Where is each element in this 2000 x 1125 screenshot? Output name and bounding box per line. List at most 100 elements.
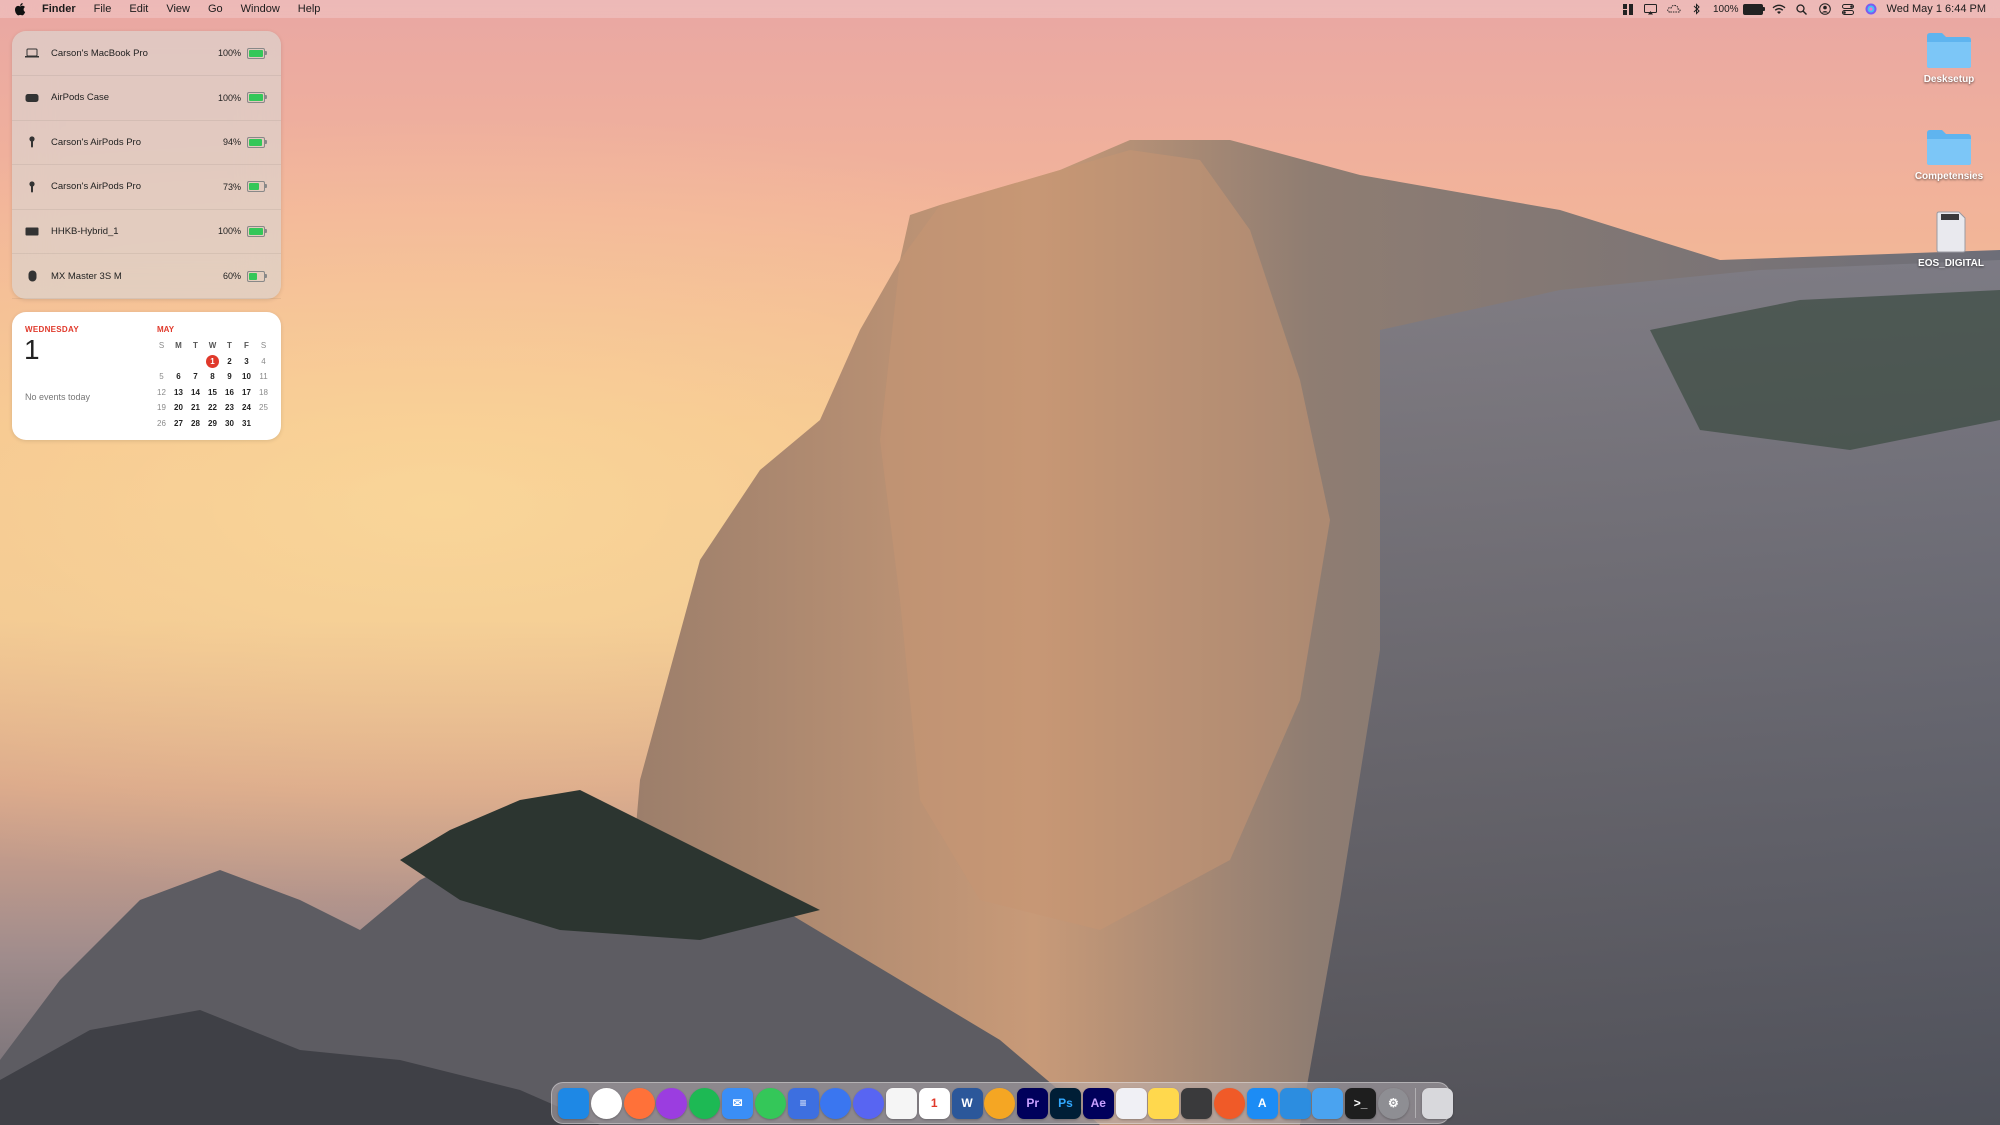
calendar-day[interactable]: 2 — [221, 354, 238, 370]
calendar-day[interactable]: 22 — [204, 400, 221, 416]
desktop-drive-eos-digital[interactable]: EOS_DIGITAL — [1901, 210, 2000, 269]
control-center-icon[interactable] — [1841, 3, 1855, 15]
calendar-day[interactable]: 3 — [238, 354, 255, 370]
menu-clock[interactable]: Wed May 1 6:44 PM — [1887, 0, 1986, 18]
calendar-day[interactable]: 8 — [204, 369, 221, 385]
calendar-day[interactable]: 6 — [170, 369, 187, 385]
calendar-day[interactable]: 13 — [170, 385, 187, 401]
screen-mirroring-icon[interactable] — [1644, 3, 1658, 15]
menu-edit[interactable]: Edit — [120, 0, 157, 18]
calendar-day[interactable]: 14 — [187, 385, 204, 401]
apple-menu-icon[interactable] — [14, 2, 26, 16]
spotify-icon[interactable] — [689, 1087, 721, 1119]
calendar-day[interactable]: 20 — [170, 400, 187, 416]
dock: ✉ ≡ 1 W Pr Ps Ae A >_ ⚙ — [551, 1082, 1453, 1124]
pen-icon[interactable] — [1115, 1087, 1147, 1119]
signal-icon[interactable] — [820, 1087, 852, 1119]
calendar-day[interactable]: 5 — [153, 369, 170, 385]
tool-icon[interactable] — [1213, 1087, 1245, 1119]
calendar-day[interactable] — [153, 354, 170, 370]
calendar-widget[interactable]: WEDNESDAY 1 No events today MAY S M T W T F S 1… — [12, 312, 281, 440]
calendar-day[interactable]: 24 — [238, 400, 255, 416]
bluetooth-icon[interactable] — [1690, 3, 1704, 15]
chrome-icon[interactable] — [590, 1087, 622, 1119]
airpod-icon — [25, 181, 39, 193]
calendar-day[interactable]: 21 — [187, 400, 204, 416]
calendar-day[interactable] — [170, 354, 187, 370]
calendar-day[interactable]: 28 — [187, 416, 204, 432]
after-effects-icon[interactable]: Ae — [1082, 1087, 1114, 1119]
notes-icon[interactable] — [1148, 1087, 1180, 1119]
desktop-folder-desksetup[interactable]: Desksetup — [1899, 30, 1999, 85]
keyboard-app-icon[interactable] — [1181, 1087, 1213, 1119]
calendar-today-marker: 1 — [206, 354, 219, 368]
user-account-icon[interactable] — [1818, 3, 1832, 15]
battery-status[interactable]: 100% — [1713, 3, 1765, 15]
dock-separator — [1414, 1088, 1416, 1118]
batteries-widget[interactable]: Carson's MacBook Pro 100% AirPods Case 100%… — [12, 31, 281, 299]
photos-icon[interactable] — [885, 1087, 917, 1119]
weather-icon[interactable] — [1667, 3, 1681, 15]
terminal-icon[interactable]: >_ — [1345, 1087, 1377, 1119]
podcasts-icon[interactable] — [656, 1087, 688, 1119]
calendar-day[interactable]: 4 — [255, 354, 272, 370]
calendar-day[interactable]: 10 — [238, 369, 255, 385]
xcode-icon[interactable] — [1312, 1087, 1344, 1119]
widgets-icon[interactable] — [1621, 3, 1635, 15]
mail-icon[interactable]: ✉ — [721, 1087, 753, 1119]
menu-help[interactable]: Help — [289, 0, 330, 18]
app-store-icon[interactable]: A — [1246, 1087, 1278, 1119]
firefox-icon[interactable] — [623, 1087, 655, 1119]
calendar-day[interactable]: 23 — [221, 400, 238, 416]
calendar-day-name: WEDNESDAY — [25, 325, 79, 334]
calendar-day[interactable]: 11 — [255, 369, 272, 385]
docs-icon[interactable]: ≡ — [787, 1087, 819, 1119]
calendar-day[interactable]: 7 — [187, 369, 204, 385]
calendar-day[interactable]: 29 — [204, 416, 221, 432]
calendar-grid: S M T W T F S 1 2 3 4 5 6 7 8 9 10 11 12 13 14 15 16 17 18 19 20 21… — [153, 338, 272, 431]
calendar-day[interactable]: 27 — [170, 416, 187, 432]
menu-view[interactable]: View — [157, 0, 199, 18]
vscode-icon[interactable] — [1279, 1087, 1311, 1119]
calendar-day[interactable]: 17 — [238, 385, 255, 401]
calendar-day[interactable]: 18 — [255, 385, 272, 401]
calendar-day[interactable]: 31 — [238, 416, 255, 432]
calendar-weekday-header: T — [227, 341, 232, 350]
wifi-icon[interactable] — [1772, 3, 1786, 15]
calendar-day[interactable]: 25 — [255, 400, 272, 416]
battery-device-row: HHKB-Hybrid_1 100% — [12, 209, 281, 255]
trash-icon[interactable] — [1421, 1087, 1453, 1119]
spotlight-search-icon[interactable] — [1795, 3, 1809, 15]
calendar-icon[interactable]: 1 — [918, 1087, 950, 1119]
calendar-day[interactable]: 19 — [153, 400, 170, 416]
calendar-day[interactable]: 12 — [153, 385, 170, 401]
device-battery-percent: 100% — [217, 48, 241, 58]
battery-device-row: AirPods Case 100% — [12, 76, 281, 121]
calendar-day[interactable]: 16 — [221, 385, 238, 401]
menu-app-name[interactable]: Finder — [33, 0, 85, 18]
device-battery-bar — [247, 225, 267, 237]
calendar-day[interactable] — [255, 416, 272, 432]
premiere-icon[interactable]: Pr — [1017, 1087, 1049, 1119]
siri-icon[interactable] — [1864, 3, 1878, 15]
menu-window[interactable]: Window — [232, 0, 289, 18]
calendar-day[interactable]: 1 — [204, 354, 221, 370]
calendar-day[interactable]: 26 — [153, 416, 170, 432]
discord-icon[interactable] — [853, 1087, 885, 1119]
laptop-icon — [25, 47, 39, 59]
photoshop-icon[interactable]: Ps — [1049, 1087, 1081, 1119]
settings-icon[interactable]: ⚙ — [1377, 1087, 1409, 1119]
headphones-icon[interactable] — [984, 1087, 1016, 1119]
device-battery-bar — [247, 47, 267, 59]
finder-icon[interactable] — [558, 1087, 589, 1119]
calendar-day[interactable]: 9 — [221, 369, 238, 385]
messages-icon[interactable] — [754, 1087, 786, 1119]
word-icon[interactable]: W — [951, 1087, 983, 1119]
desktop-folder-competensies[interactable]: Competensies — [1899, 127, 1999, 182]
device-name: Carson's AirPods Pro — [51, 136, 141, 148]
calendar-day[interactable]: 30 — [221, 416, 238, 432]
calendar-day[interactable] — [187, 354, 204, 370]
menu-go[interactable]: Go — [199, 0, 232, 18]
menu-file[interactable]: File — [85, 0, 121, 18]
calendar-day[interactable]: 15 — [204, 385, 221, 401]
